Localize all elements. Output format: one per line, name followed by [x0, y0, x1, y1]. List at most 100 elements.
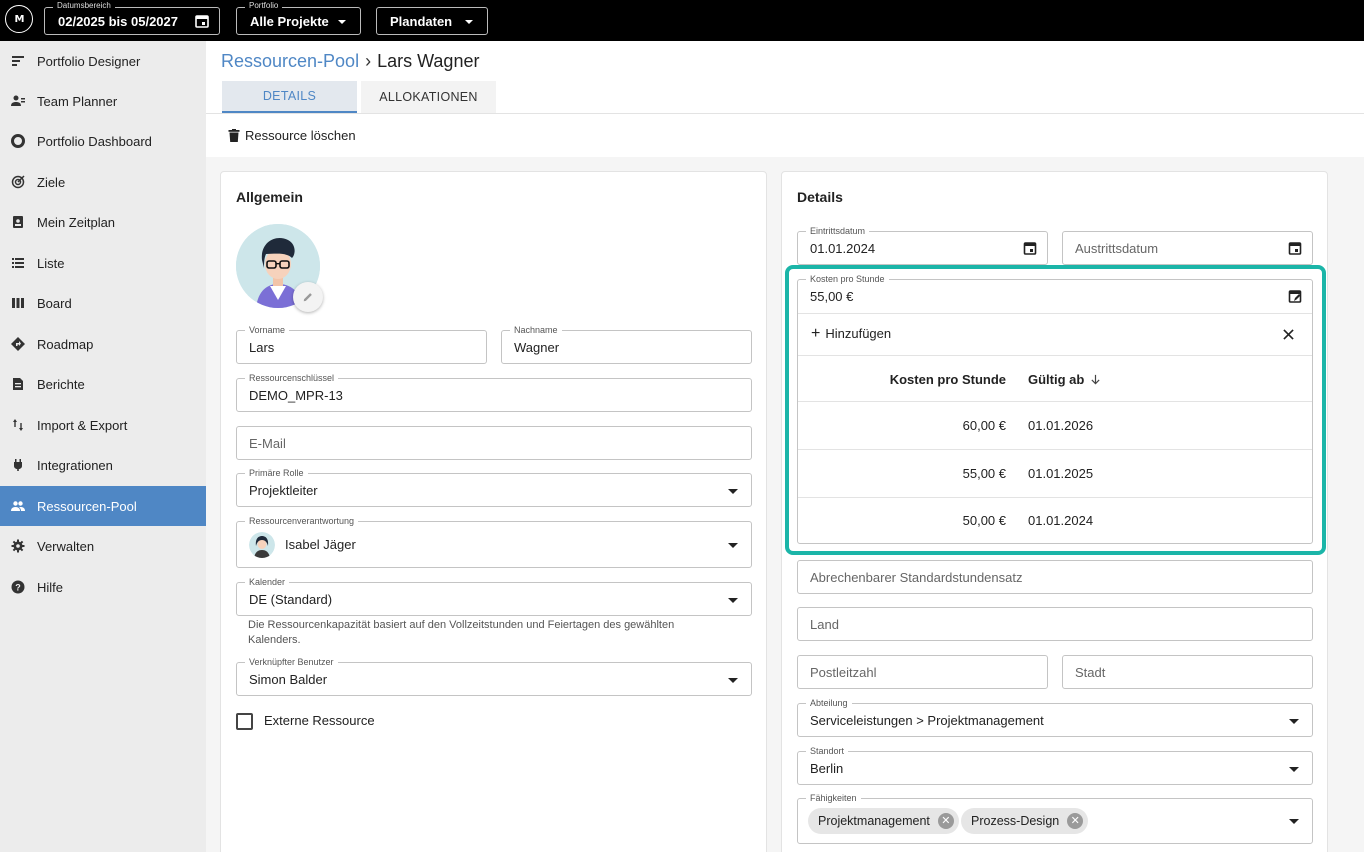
- portfolio-select[interactable]: Portfolio Alle Projekte: [236, 1, 361, 35]
- table-row[interactable]: 50,00 € 01.01.2024: [798, 497, 1312, 544]
- zip-field[interactable]: Postleitzahl: [797, 655, 1048, 689]
- calendar-edit-icon[interactable]: [1288, 289, 1302, 303]
- chevron-down-icon: [1289, 819, 1299, 824]
- email-field[interactable]: E-Mail: [236, 426, 752, 460]
- edit-avatar-button[interactable]: [293, 282, 323, 312]
- chevron-down-icon: [728, 543, 738, 548]
- list-icon: [12, 258, 24, 268]
- date-range-value: 02/2025 bis 05/2027: [58, 13, 178, 29]
- cost-per-hour-label: Kosten pro Stunde: [806, 274, 889, 285]
- country-field[interactable]: Land: [797, 607, 1313, 641]
- close-icon[interactable]: [1283, 329, 1294, 340]
- plus-icon: +: [811, 325, 821, 342]
- first-name-field[interactable]: Vorname Lars: [236, 325, 487, 364]
- chevron-down-icon: [728, 489, 738, 494]
- chevron-down-icon: [338, 20, 346, 24]
- skill-chip[interactable]: Projektmanagement ✕: [808, 808, 959, 834]
- cost-per-hour-value[interactable]: 55,00 €: [810, 289, 853, 304]
- calendar-select[interactable]: Kalender DE (Standard): [236, 577, 752, 616]
- sidebar-item-mein-zeitplan[interactable]: Mein Zeitplan: [0, 202, 206, 242]
- date-range-picker[interactable]: Datumsbereich 02/2025 bis 05/2027: [44, 1, 220, 35]
- linked-user-select[interactable]: Verknüpfter Benutzer Simon Balder: [236, 657, 752, 696]
- responsible-avatar: [249, 531, 275, 558]
- primary-role-select[interactable]: Primäre Rolle Projektleiter: [236, 468, 752, 507]
- last-name-field[interactable]: Nachname Wagner: [501, 325, 752, 364]
- team-planner-icon: [11, 95, 25, 106]
- page-title: Lars Wagner: [377, 51, 480, 71]
- sidebar-item-integrationen[interactable]: Integrationen: [0, 445, 206, 485]
- general-title: Allgemein: [236, 189, 303, 205]
- chevron-down-icon: [728, 598, 738, 603]
- tab-details[interactable]: DETAILS: [222, 81, 357, 113]
- sidebar-item-verwalten[interactable]: Verwalten: [0, 526, 206, 566]
- app-logo[interactable]: M: [5, 5, 33, 33]
- sidebar-item-portfolio-dashboard[interactable]: Portfolio Dashboard: [0, 121, 206, 161]
- schedule-icon: [13, 216, 23, 228]
- tab-allokationen[interactable]: ALLOKATIONEN: [361, 81, 496, 113]
- column-header-cost[interactable]: Kosten pro Stunde: [890, 372, 1006, 387]
- date-range-label: Datumsbereich: [53, 1, 115, 11]
- gear-icon: [11, 539, 25, 553]
- sidebar-item-roadmap[interactable]: Roadmap: [0, 324, 206, 364]
- breadcrumb-separator-icon: ›: [365, 51, 372, 71]
- dataset-select[interactable]: Plandaten: [376, 7, 488, 35]
- portfolio-designer-icon: [12, 56, 24, 66]
- skill-chip[interactable]: Prozess-Design ✕: [961, 808, 1089, 834]
- responsible-select[interactable]: Ressourcenverantwortung Isabel Jäger: [236, 516, 752, 568]
- sidebar-item-board[interactable]: Board: [0, 283, 206, 323]
- breadcrumb: Ressourcen-Pool › Lars Wagner: [221, 51, 479, 72]
- delete-resource-button[interactable]: Ressource löschen: [228, 125, 356, 145]
- city-field[interactable]: Stadt: [1062, 655, 1313, 689]
- plug-icon: [14, 459, 22, 471]
- chevron-down-icon: [465, 20, 473, 24]
- sidebar-item-ressourcen-pool[interactable]: Ressourcen-Pool: [0, 486, 206, 526]
- import-export-icon: [13, 419, 23, 431]
- column-header-valid-from[interactable]: Gültig ab: [1028, 372, 1101, 387]
- details-title: Details: [797, 189, 843, 205]
- chevron-down-icon: [728, 678, 738, 683]
- top-bar: M Datumsbereich 02/2025 bis 05/2027 Port…: [0, 0, 1364, 41]
- dashboard-icon: [11, 134, 25, 148]
- sort-arrow-down-icon: [1091, 374, 1100, 385]
- dataset-value: Plandaten: [390, 13, 453, 29]
- sidebar-item-portfolio-designer[interactable]: Portfolio Designer: [0, 41, 206, 81]
- table-row[interactable]: 55,00 € 01.01.2025: [798, 449, 1312, 497]
- page-header: Ressourcen-Pool › Lars Wagner DETAILS ALLO…: [206, 41, 1364, 157]
- add-cost-button[interactable]: + Hinzufügen: [811, 325, 891, 342]
- exit-date-field[interactable]: Austrittsdatum: [1062, 231, 1313, 265]
- external-resource-checkbox[interactable]: [236, 713, 253, 730]
- chevron-down-icon: [1289, 719, 1299, 724]
- breadcrumb-parent-link[interactable]: Ressourcen-Pool: [221, 51, 359, 71]
- table-row[interactable]: 60,00 € 01.01.2026: [798, 401, 1312, 449]
- help-icon: ?: [11, 580, 25, 594]
- remove-chip-icon[interactable]: ✕: [1067, 813, 1084, 829]
- department-select[interactable]: Abteilung Serviceleistungen > Projektman…: [797, 698, 1313, 737]
- cost-add-row: + Hinzufügen: [798, 313, 1312, 355]
- sidebar-item-berichte[interactable]: Berichte: [0, 364, 206, 404]
- location-select[interactable]: Standort Berlin: [797, 746, 1313, 785]
- external-resource-label: Externe Ressource: [264, 713, 375, 728]
- sidebar-item-import-export[interactable]: Import & Export: [0, 405, 206, 445]
- calendar-icon: [195, 15, 209, 28]
- calendar-icon[interactable]: [1023, 241, 1037, 255]
- calendar-icon[interactable]: [1288, 241, 1302, 255]
- cost-per-hour-panel: Kosten pro Stunde 55,00 € + Hinzufügen K…: [797, 274, 1313, 544]
- portfolio-label: Portfolio: [245, 1, 283, 11]
- board-icon: [12, 298, 24, 308]
- pencil-icon: [303, 293, 312, 302]
- entry-date-field[interactable]: Eintrittsdatum 01.01.2024: [797, 226, 1048, 265]
- trash-icon: [228, 128, 240, 142]
- resource-key-field[interactable]: Ressourcenschlüssel DEMO_MPR-13: [236, 373, 752, 412]
- sidebar-item-ziele[interactable]: Ziele: [0, 162, 206, 202]
- tab-divider: [206, 113, 1364, 114]
- sidebar-item-hilfe[interactable]: ? Hilfe: [0, 567, 206, 607]
- roadmap-icon: [11, 337, 25, 351]
- cost-table-header: Kosten pro Stunde Gültig ab: [798, 355, 1312, 402]
- portfolio-value: Alle Projekte: [250, 13, 329, 29]
- chevron-down-icon: [1289, 767, 1299, 772]
- svg-text:?: ?: [15, 583, 21, 593]
- billable-rate-field[interactable]: Abrechenbarer Standardstundensatz: [797, 560, 1313, 594]
- remove-chip-icon[interactable]: ✕: [937, 813, 954, 829]
- sidebar-item-team-planner[interactable]: Team Planner: [0, 81, 206, 121]
- sidebar-item-liste[interactable]: Liste: [0, 243, 206, 283]
